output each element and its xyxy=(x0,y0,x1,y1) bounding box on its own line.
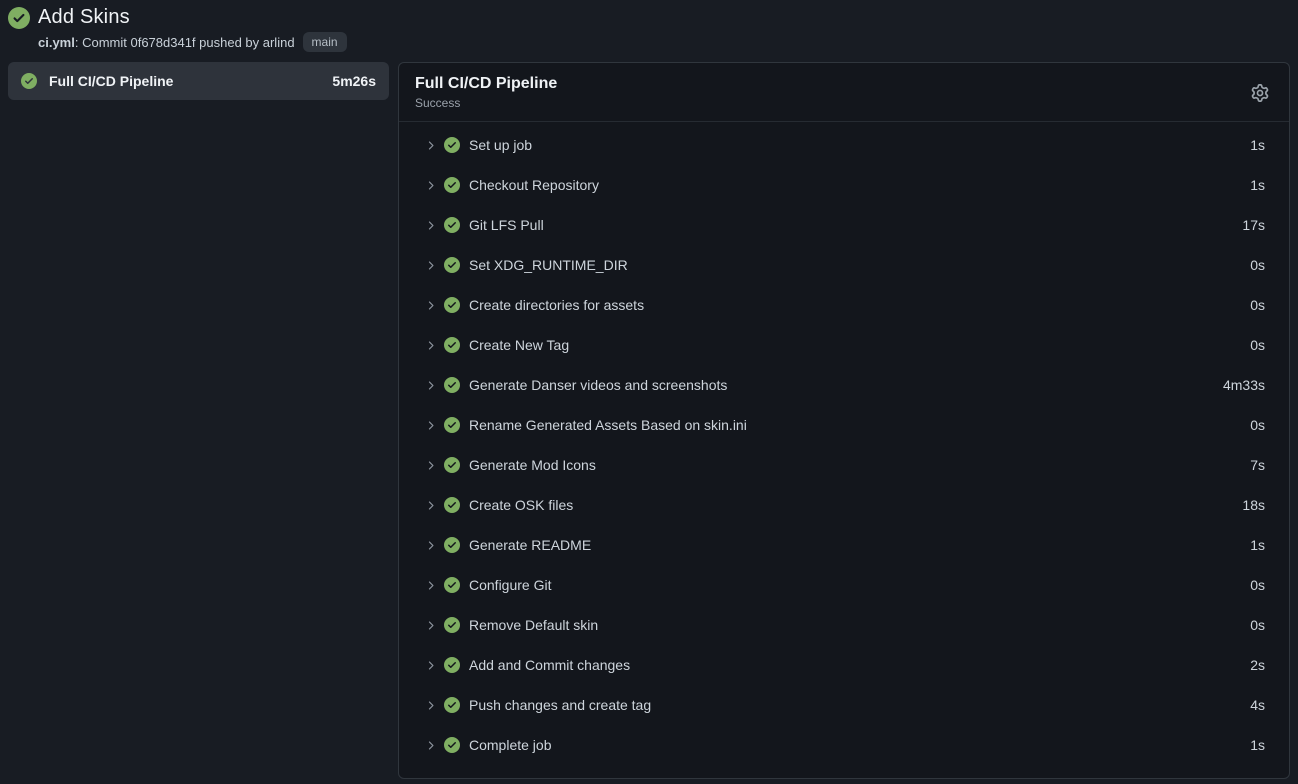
step-name: Create New Tag xyxy=(469,337,569,353)
step-row[interactable]: Git LFS Pull 17s xyxy=(399,205,1289,245)
step-duration: 0s xyxy=(1250,337,1265,353)
chevron-right-icon[interactable] xyxy=(424,139,437,152)
jobs-sidebar: Full CI/CD Pipeline 5m26s xyxy=(0,62,398,100)
step-success-check-circle-icon xyxy=(444,177,460,193)
chevron-right-icon[interactable] xyxy=(424,339,437,352)
step-row[interactable]: Generate Danser videos and screenshots 4… xyxy=(399,365,1289,405)
chevron-right-icon[interactable] xyxy=(424,259,437,272)
chevron-right-icon[interactable] xyxy=(424,179,437,192)
step-duration: 0s xyxy=(1250,577,1265,593)
step-success-check-circle-icon xyxy=(444,657,460,673)
step-success-check-circle-icon xyxy=(444,577,460,593)
chevron-right-icon[interactable] xyxy=(424,619,437,632)
job-status-text: Success xyxy=(415,96,557,110)
run-title: Add Skins xyxy=(38,6,130,29)
step-duration: 0s xyxy=(1250,417,1265,433)
step-duration: 18s xyxy=(1242,497,1265,513)
step-name: Complete job xyxy=(469,737,552,753)
chevron-right-icon[interactable] xyxy=(424,219,437,232)
step-row[interactable]: Remove Default skin 0s xyxy=(399,605,1289,645)
step-name: Generate Danser videos and screenshots xyxy=(469,377,727,393)
chevron-right-icon[interactable] xyxy=(424,659,437,672)
step-success-check-circle-icon xyxy=(444,377,460,393)
chevron-right-icon[interactable] xyxy=(424,739,437,752)
commit-text: : Commit 0f678d341f pushed by arlind xyxy=(75,35,295,50)
step-row[interactable]: Push changes and create tag 4s xyxy=(399,685,1289,725)
step-name: Generate Mod Icons xyxy=(469,457,596,473)
step-success-check-circle-icon xyxy=(444,537,460,553)
step-name: Rename Generated Assets Based on skin.in… xyxy=(469,417,747,433)
step-row[interactable]: Create New Tag 0s xyxy=(399,325,1289,365)
step-success-check-circle-icon xyxy=(444,457,460,473)
step-name: Set up job xyxy=(469,137,532,153)
run-success-check-circle-icon xyxy=(8,7,30,29)
job-duration: 5m26s xyxy=(332,73,376,89)
step-success-check-circle-icon xyxy=(444,137,460,153)
chevron-right-icon[interactable] xyxy=(424,699,437,712)
step-row[interactable]: Create OSK files 18s xyxy=(399,485,1289,525)
chevron-right-icon[interactable] xyxy=(424,579,437,592)
step-name: Add and Commit changes xyxy=(469,657,630,673)
step-duration: 1s xyxy=(1250,737,1265,753)
step-row[interactable]: Rename Generated Assets Based on skin.in… xyxy=(399,405,1289,445)
step-duration: 4s xyxy=(1250,697,1265,713)
job-panel-header: Full CI/CD Pipeline Success xyxy=(399,63,1289,122)
step-duration: 0s xyxy=(1250,257,1265,273)
step-duration: 0s xyxy=(1250,297,1265,313)
step-duration: 1s xyxy=(1250,537,1265,553)
step-row[interactable]: Set XDG_RUNTIME_DIR 0s xyxy=(399,245,1289,285)
step-success-check-circle-icon xyxy=(444,217,460,233)
sidebar-job-item[interactable]: Full CI/CD Pipeline 5m26s xyxy=(8,62,389,100)
step-name: Set XDG_RUNTIME_DIR xyxy=(469,257,628,273)
branch-badge: main xyxy=(303,32,347,52)
job-success-check-circle-icon xyxy=(21,73,37,89)
step-success-check-circle-icon xyxy=(444,257,460,273)
step-duration: 0s xyxy=(1250,617,1265,633)
chevron-right-icon[interactable] xyxy=(424,299,437,312)
job-detail-panel: Full CI/CD Pipeline Success xyxy=(398,62,1290,779)
step-name: Create OSK files xyxy=(469,497,573,513)
step-success-check-circle-icon xyxy=(444,297,460,313)
step-duration: 1s xyxy=(1250,177,1265,193)
step-name: Configure Git xyxy=(469,577,551,593)
step-success-check-circle-icon xyxy=(444,617,460,633)
step-duration: 2s xyxy=(1250,657,1265,673)
chevron-right-icon[interactable] xyxy=(424,419,437,432)
step-duration: 1s xyxy=(1250,137,1265,153)
step-row[interactable]: Add and Commit changes 2s xyxy=(399,645,1289,685)
chevron-right-icon[interactable] xyxy=(424,379,437,392)
gear-icon xyxy=(1251,84,1269,102)
workflow-file-name: ci.yml xyxy=(38,35,75,50)
step-success-check-circle-icon xyxy=(444,417,460,433)
step-success-check-circle-icon xyxy=(444,737,460,753)
step-name: Push changes and create tag xyxy=(469,697,651,713)
step-name: Create directories for assets xyxy=(469,297,644,313)
step-success-check-circle-icon xyxy=(444,337,460,353)
step-row[interactable]: Create directories for assets 0s xyxy=(399,285,1289,325)
job-name: Full CI/CD Pipeline xyxy=(49,73,173,89)
step-duration: 7s xyxy=(1250,457,1265,473)
step-name: Remove Default skin xyxy=(469,617,598,633)
chevron-right-icon[interactable] xyxy=(424,459,437,472)
step-success-check-circle-icon xyxy=(444,497,460,513)
job-panel-title: Full CI/CD Pipeline xyxy=(415,75,557,93)
step-success-check-circle-icon xyxy=(444,697,460,713)
chevron-right-icon[interactable] xyxy=(424,539,437,552)
run-header: Add Skins ci.yml: Commit 0f678d341f push… xyxy=(0,0,1298,57)
step-row[interactable]: Generate README 1s xyxy=(399,525,1289,565)
steps-list: Set up job 1s Checkout Reposi xyxy=(399,122,1289,778)
step-name: Git LFS Pull xyxy=(469,217,544,233)
commit-line: ci.yml: Commit 0f678d341f pushed by arli… xyxy=(38,35,295,50)
step-duration: 17s xyxy=(1242,217,1265,233)
step-name: Generate README xyxy=(469,537,591,553)
chevron-right-icon[interactable] xyxy=(424,499,437,512)
step-duration: 4m33s xyxy=(1223,377,1265,393)
step-row[interactable]: Complete job 1s xyxy=(399,725,1289,765)
step-row[interactable]: Configure Git 0s xyxy=(399,565,1289,605)
step-row[interactable]: Checkout Repository 1s xyxy=(399,165,1289,205)
step-row[interactable]: Generate Mod Icons 7s xyxy=(399,445,1289,485)
step-row[interactable]: Set up job 1s xyxy=(399,125,1289,165)
step-name: Checkout Repository xyxy=(469,177,599,193)
job-settings-button[interactable] xyxy=(1247,80,1273,106)
